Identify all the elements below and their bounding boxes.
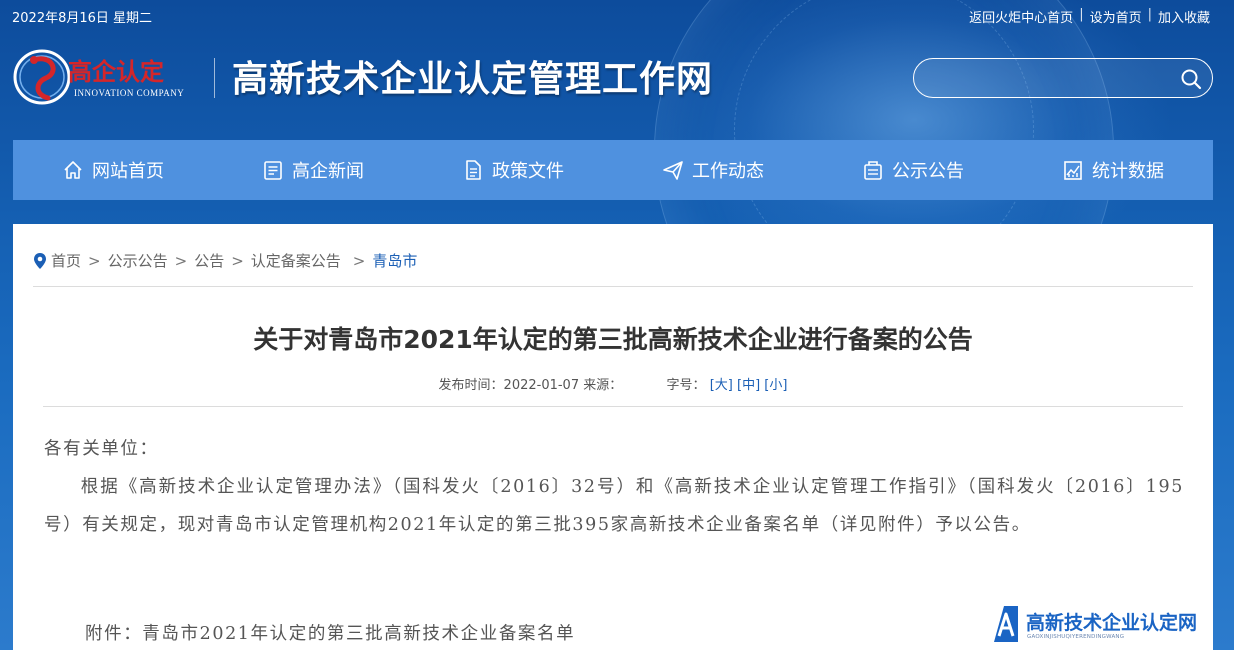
breadcrumb: 首页 > 公示公告 > 公告 > 认定备案公告 > 青岛市 [33,250,417,271]
nav-item-label: 公示公告 [892,161,964,182]
top-links: 返回火炬中心首页 | 设为首页 | 加入收藏 [969,7,1210,26]
breadcrumb-filing-notice[interactable]: 认定备案公告 [251,250,341,271]
announcement-icon [864,161,882,180]
search-input[interactable] [928,67,1168,89]
breadcrumb-separator: > [231,251,244,270]
watermark-subtitle: GAOXINJISHUQIYERENDINGWANG [1027,634,1125,640]
home-icon [64,161,82,179]
top-bar: 2022年8月16日 星期二 返回火炬中心首页 | 设为首页 | 加入收藏 [0,0,1234,30]
font-size-medium-button[interactable]: [中] [737,378,760,393]
main-nav: 网站首页 高企新闻 政策文件 工作动态 公示公告 统计数据 [13,140,1213,200]
watermark-title: 高新技术企业认定网 [1026,612,1198,634]
nav-item-label: 统计数据 [1092,161,1164,182]
news-icon [264,161,282,180]
divider [33,286,1193,287]
nav-item-label: 网站首页 [92,161,164,182]
nav-item-label: 高企新闻 [292,161,364,182]
link-set-homepage[interactable]: 设为首页 [1090,7,1142,26]
separator: | [1079,7,1084,22]
nav-item-work-updates[interactable]: 工作动态 [613,140,813,200]
nav-item-label: 政策文件 [492,161,564,182]
breadcrumb-current[interactable]: 青岛市 [372,250,417,271]
site-logo[interactable]: 高企认定 INNOVATION COMPANY [12,44,212,110]
breadcrumb-notice[interactable]: 公告 [194,250,224,271]
breadcrumb-separator: > [352,251,366,270]
source-label: 来源： [583,378,623,393]
link-add-favorite[interactable]: 加入收藏 [1158,7,1210,26]
salutation: 各有关单位： [44,439,159,459]
font-size-large-button[interactable]: [大] [710,378,733,393]
article-title: 关于对青岛市2021年认定的第三批高新技术企业进行备案的公告 [253,325,973,354]
site-watermark: 高新技术企业认定网 GAOXINJISHUQIYERENDINGWANG [986,598,1234,650]
search-icon[interactable] [1180,68,1202,90]
search-box [913,58,1213,98]
current-date: 2022年8月16日 星期二 [12,11,153,26]
logo-divider [214,58,215,98]
nav-item-policy[interactable]: 政策文件 [413,140,613,200]
chart-icon [1064,161,1082,180]
article-paragraph: 根据《高新技术企业认定管理办法》（国科发火〔2016〕32号）和《高新技术企业认… [44,477,1184,535]
publish-label: 发布时间： [438,378,504,393]
location-pin-icon [34,252,46,269]
document-icon [466,160,481,180]
article-meta: 发布时间：2022-01-07 来源： 字号： [大] [中] [小] [13,374,1213,393]
publish-date: 2022-01-07 [503,378,580,393]
font-size-label: 字号： [666,378,706,393]
logo-emblem-icon: 高企认定 INNOVATION COMPANY [13,49,184,105]
logo-en-text: INNOVATION COMPANY [74,88,184,98]
nav-item-label: 工作动态 [692,161,764,182]
site-title: 高新技术企业认定管理工作网 [232,58,714,100]
separator: | [1147,7,1152,22]
logo-cn-text: 高企认定 [68,57,164,86]
breadcrumb-home[interactable]: 首页 [51,250,81,271]
breadcrumb-announcements[interactable]: 公示公告 [108,250,168,271]
content-panel: 首页 > 公示公告 > 公告 > 认定备案公告 > 青岛市 关于对青岛市2021… [13,224,1213,650]
link-torch-center-home[interactable]: 返回火炬中心首页 [969,7,1073,26]
attachment-line[interactable]: 附件：青岛市2021年认定的第三批高新技术企业备案名单 [85,620,575,645]
watermark-logo-icon [994,606,1018,642]
breadcrumb-separator: > [88,251,101,270]
nav-item-statistics[interactable]: 统计数据 [1013,140,1213,200]
nav-item-news[interactable]: 高企新闻 [213,140,413,200]
divider [43,406,1183,407]
nav-item-home[interactable]: 网站首页 [13,140,213,200]
breadcrumb-separator: > [174,251,188,270]
nav-item-announcements[interactable]: 公示公告 [813,140,1013,200]
paper-plane-icon [663,161,683,180]
font-size-small-button[interactable]: [小] [764,378,787,393]
article-body: 各有关单位： 根据《高新技术企业认定管理办法》（国科发火〔2016〕32号）和《… [44,430,1184,544]
